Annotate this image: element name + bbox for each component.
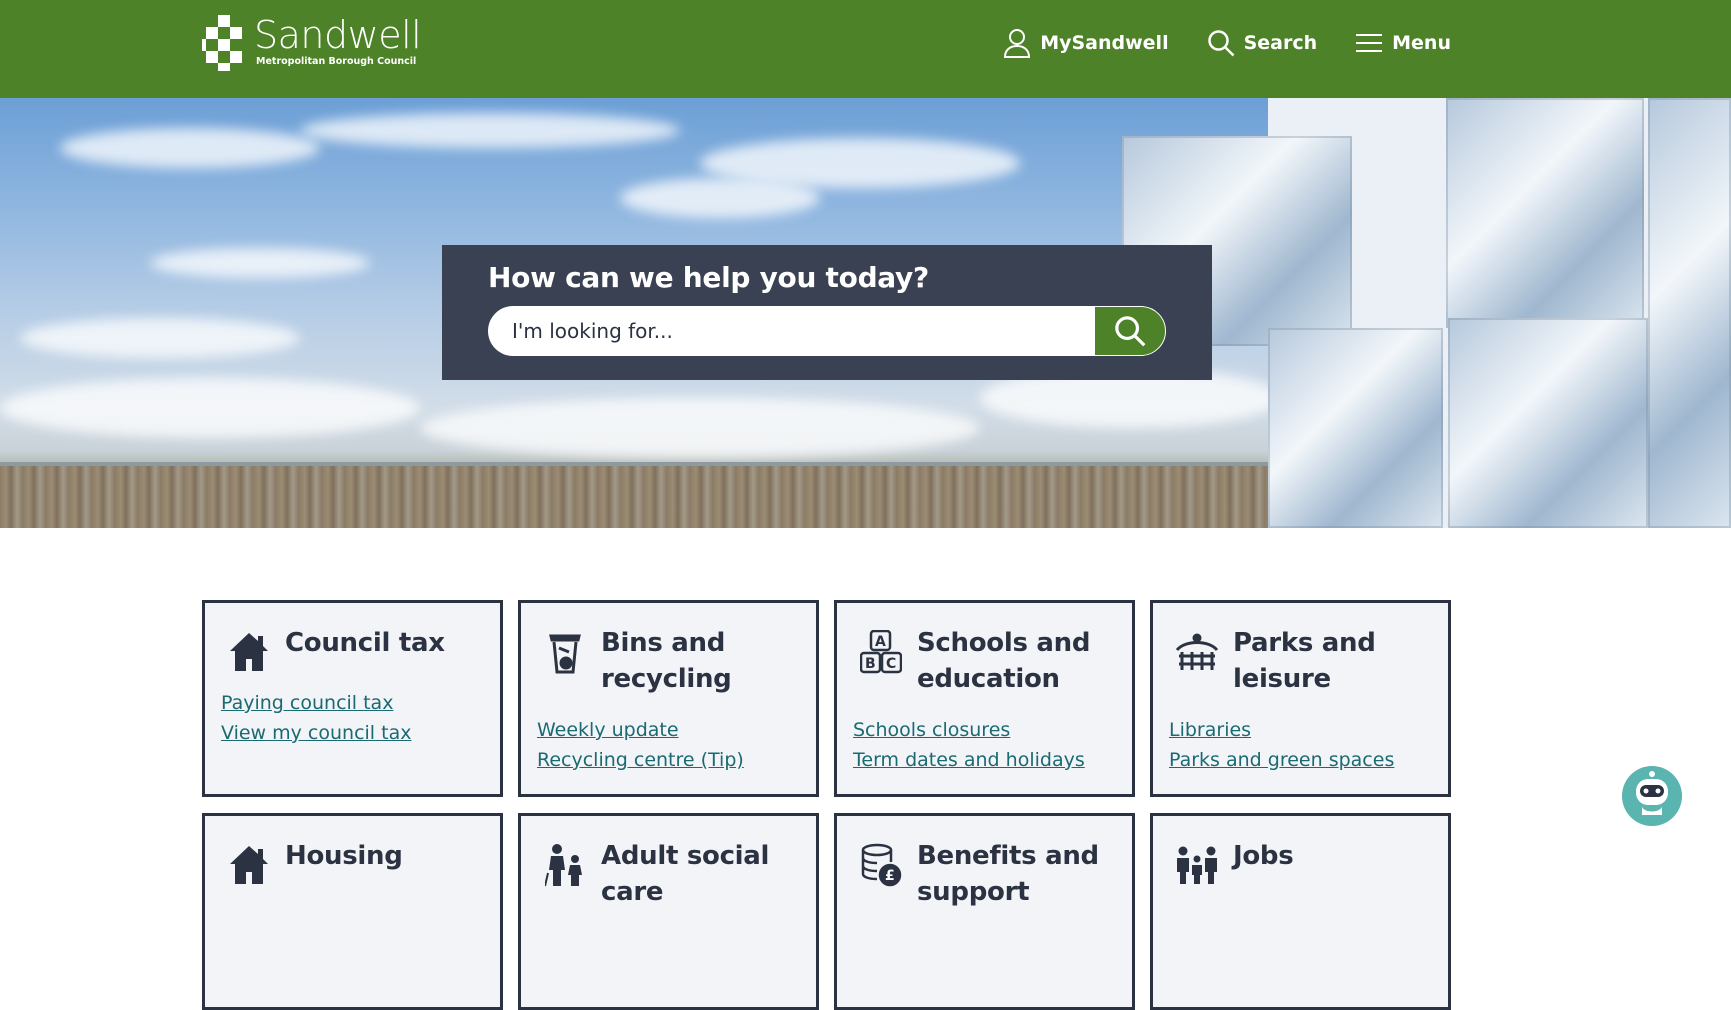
menu-label: Menu [1392,32,1451,54]
card-link[interactable]: View my council tax [221,718,411,748]
card-link[interactable]: Weekly update [537,715,744,745]
card-link[interactable]: Paying council tax [221,688,411,718]
svg-text:£: £ [885,868,895,884]
logo-subtitle: Metropolitan Borough Council [256,56,417,67]
card-council-tax: Council tax Paying council tax View my c… [202,600,503,797]
chatbot-launcher[interactable] [1622,766,1682,826]
card-benefits-support: £ Benefits and support [834,813,1135,1010]
header-nav: MySandwell Search Menu [1003,28,1451,58]
search-icon [1207,30,1234,57]
svg-text:B: B [865,656,876,672]
people-icon [1175,842,1219,888]
card-schools-education: A B C Schools and education Schools clos… [834,600,1135,797]
card-bins-recycling: Bins and recycling Weekly update Recycli… [518,600,819,797]
robot-icon [1636,771,1668,815]
card-title: Benefits and support [917,841,1099,907]
card-adult-social-care: Adult social care [518,813,819,1010]
card-parks-leisure: Parks and leisure Libraries Parks and gr… [1150,600,1451,797]
mysandwell-link[interactable]: MySandwell [1003,28,1169,58]
svg-text:C: C [886,656,896,672]
user-icon [1004,29,1031,58]
card-title: Jobs [1233,841,1294,871]
search-link[interactable]: Search [1207,29,1318,57]
city-skyline [0,466,1270,528]
hero-search-button[interactable] [1094,306,1166,356]
card-title: Bins and recycling [601,628,732,694]
logo-name: Sandwell [254,13,422,57]
menu-icon [1356,34,1383,52]
card-link[interactable]: Libraries [1169,715,1394,745]
house-icon [227,842,271,888]
mirror-cubes-sculpture [1122,98,1731,528]
card-link[interactable]: Schools closures [853,715,1085,745]
site-header: Sandwell Metropolitan Borough Council My… [0,0,1731,98]
card-housing: Housing [202,813,503,1010]
card-link[interactable]: Recycling centre (Tip) [537,745,744,775]
adult-care-icon [543,842,587,888]
site-logo[interactable]: Sandwell Metropolitan Borough Council [202,13,422,75]
hero-search-input[interactable] [488,306,1108,356]
svg-text:A: A [875,634,886,650]
card-jobs: Jobs [1150,813,1451,1010]
card-title: Schools and education [917,628,1091,694]
card-title: Housing [285,841,403,871]
search-icon [1115,316,1146,347]
card-title: Council tax [285,628,445,658]
logo-squares-icon [202,15,246,71]
search-label: Search [1243,32,1318,54]
house-icon [227,629,271,675]
card-link[interactable]: Term dates and holidays [853,745,1085,775]
hero-title: How can we help you today? [488,261,929,294]
menu-button[interactable]: Menu [1355,32,1451,54]
card-title: Parks and leisure [1233,628,1376,694]
card-link[interactable]: Parks and green spaces [1169,745,1394,775]
card-title: Adult social care [601,841,770,907]
abc-blocks-icon: A B C [859,629,903,675]
mysandwell-label: MySandwell [1040,32,1169,54]
park-icon [1175,629,1219,675]
coins-icon: £ [859,842,903,888]
bin-icon [543,629,587,675]
